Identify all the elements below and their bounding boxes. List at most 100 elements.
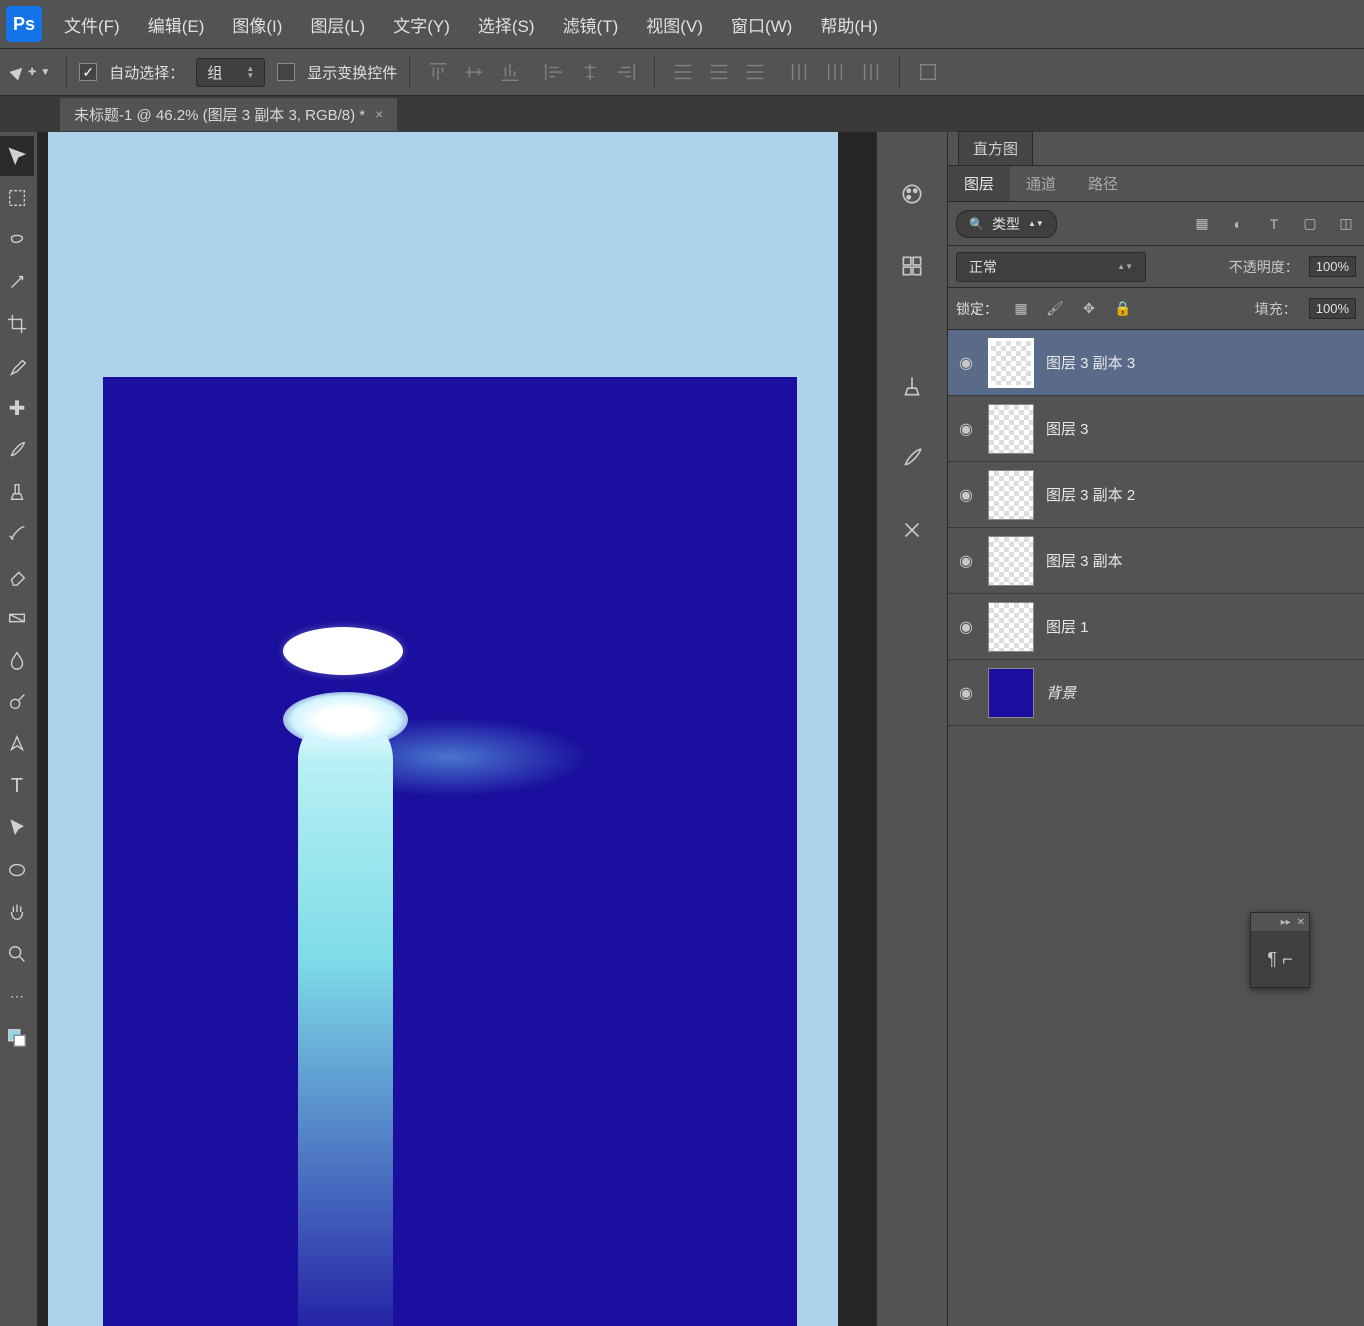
collapse-icon[interactable]: ▸▸ <box>1281 917 1291 928</box>
healing-brush-tool[interactable]: ✚ <box>0 388 34 428</box>
layer-row[interactable]: ◉ 图层 3 副本 3 <box>948 330 1364 396</box>
layer-thumbnail[interactable] <box>988 338 1034 388</box>
canvas-area[interactable] <box>38 132 876 1326</box>
layer-thumbnail[interactable] <box>988 404 1034 454</box>
tab-histogram[interactable]: 直方图 <box>958 131 1033 165</box>
align-vcenter-icon[interactable] <box>458 56 490 88</box>
swatches-panel-icon[interactable] <box>890 244 934 288</box>
type-tool[interactable]: T <box>0 766 34 806</box>
paragraph-panel-icon[interactable]: ¶ ⌐ <box>1267 949 1292 970</box>
align-bottom-icon[interactable] <box>494 56 526 88</box>
hand-tool[interactable] <box>0 892 34 932</box>
tab-layers[interactable]: 图层 <box>948 166 1010 201</box>
visibility-toggle-icon[interactable]: ◉ <box>956 419 976 439</box>
align-left-icon[interactable] <box>538 56 570 88</box>
more-tools[interactable]: ⋯ <box>0 976 34 1016</box>
brush-panel-icon[interactable] <box>890 364 934 408</box>
layer-thumbnail[interactable] <box>988 470 1034 520</box>
close-icon[interactable]: × <box>375 106 383 122</box>
magic-wand-tool[interactable] <box>0 262 34 302</box>
menu-layer[interactable]: 图层(L) <box>296 4 379 45</box>
align-right-icon[interactable] <box>610 56 642 88</box>
blur-tool[interactable] <box>0 640 34 680</box>
distribute-bottom-icon[interactable] <box>739 56 771 88</box>
dodge-tool[interactable] <box>0 682 34 722</box>
gradient-tool[interactable] <box>0 598 34 638</box>
menu-type[interactable]: 文字(Y) <box>379 4 464 45</box>
menu-help[interactable]: 帮助(H) <box>806 4 892 45</box>
lock-pixels-icon[interactable]: 🖌 <box>1044 298 1066 320</box>
move-tool[interactable] <box>0 136 34 176</box>
layer-thumbnail[interactable] <box>988 668 1034 718</box>
layer-thumbnail[interactable] <box>988 536 1034 586</box>
layer-name[interactable]: 图层 1 <box>1046 616 1089 637</box>
distribute-vcenter-icon[interactable] <box>703 56 735 88</box>
menu-select[interactable]: 选择(S) <box>464 4 549 45</box>
document-tab[interactable]: 未标题-1 @ 46.2% (图层 3 副本 3, RGB/8) * × <box>60 98 397 131</box>
menu-edit[interactable]: 编辑(E) <box>134 4 219 45</box>
menu-image[interactable]: 图像(I) <box>218 4 296 45</box>
visibility-toggle-icon[interactable]: ◉ <box>956 617 976 637</box>
marquee-tool[interactable] <box>0 178 34 218</box>
distribute-right-icon[interactable] <box>855 56 887 88</box>
lock-transparency-icon[interactable]: ▦ <box>1010 298 1032 320</box>
shape-tool[interactable] <box>0 850 34 890</box>
filter-shape-icon[interactable]: ▢ <box>1300 214 1320 234</box>
visibility-toggle-icon[interactable]: ◉ <box>956 551 976 571</box>
current-tool-indicator[interactable]: ✚ ▼ <box>8 62 54 82</box>
layer-row[interactable]: ◉ 图层 3 <box>948 396 1364 462</box>
history-brush-tool[interactable] <box>0 514 34 554</box>
opacity-value[interactable]: 100% <box>1309 256 1356 277</box>
layer-name[interactable]: 图层 3 <box>1046 418 1089 439</box>
layer-name[interactable]: 图层 3 副本 <box>1046 550 1123 571</box>
tab-channels[interactable]: 通道 <box>1010 166 1072 201</box>
layer-thumbnail[interactable] <box>988 602 1034 652</box>
filter-adjustment-icon[interactable]: ◐ <box>1228 214 1248 234</box>
path-selection-tool[interactable] <box>0 808 34 848</box>
visibility-toggle-icon[interactable]: ◉ <box>956 485 976 505</box>
visibility-toggle-icon[interactable]: ◉ <box>956 683 976 703</box>
menu-file[interactable]: 文件(F) <box>50 4 134 45</box>
filter-type-icon[interactable]: T <box>1264 214 1284 234</box>
auto-select-checkbox[interactable] <box>79 63 97 81</box>
align-top-icon[interactable] <box>422 56 454 88</box>
zoom-tool[interactable] <box>0 934 34 974</box>
floating-mini-panel[interactable]: ▸▸ ✕ ¶ ⌐ <box>1250 912 1310 988</box>
layer-row[interactable]: ◉ 图层 3 副本 2 <box>948 462 1364 528</box>
fill-value[interactable]: 100% <box>1309 298 1356 319</box>
brush-tool[interactable] <box>0 430 34 470</box>
filter-pixel-icon[interactable]: ▦ <box>1192 214 1212 234</box>
eyedropper-tool[interactable] <box>0 346 34 386</box>
layer-row[interactable]: ◉ 图层 3 副本 <box>948 528 1364 594</box>
filter-smart-icon[interactable]: ◫ <box>1336 214 1356 234</box>
tool-presets-panel-icon[interactable] <box>890 508 934 552</box>
clone-stamp-tool[interactable] <box>0 472 34 512</box>
menu-filter[interactable]: 滤镜(T) <box>549 4 633 45</box>
color-panel-icon[interactable] <box>890 172 934 216</box>
layer-name[interactable]: 背景 <box>1046 682 1076 703</box>
layer-name[interactable]: 图层 3 副本 2 <box>1046 484 1135 505</box>
eraser-tool[interactable] <box>0 556 34 596</box>
lock-position-icon[interactable]: ✥ <box>1078 298 1100 320</box>
distribute-left-icon[interactable] <box>783 56 815 88</box>
auto-select-dropdown[interactable]: 组 ▲▼ <box>196 58 265 87</box>
show-transform-checkbox[interactable] <box>277 63 295 81</box>
arrange-icon[interactable] <box>912 56 944 88</box>
brush-presets-panel-icon[interactable] <box>890 436 934 480</box>
layer-row[interactable]: ◉ 背景 <box>948 660 1364 726</box>
layer-row[interactable]: ◉ 图层 1 <box>948 594 1364 660</box>
color-swatch[interactable] <box>0 1018 34 1058</box>
lasso-tool[interactable] <box>0 220 34 260</box>
pen-tool[interactable] <box>0 724 34 764</box>
lock-all-icon[interactable]: 🔒 <box>1112 298 1134 320</box>
crop-tool[interactable] <box>0 304 34 344</box>
layer-filter-dropdown[interactable]: 🔍 类型 ▲▼ <box>956 210 1057 238</box>
close-icon[interactable]: ✕ <box>1297 917 1305 928</box>
blend-mode-dropdown[interactable]: 正常 ▲▼ <box>956 252 1146 282</box>
menu-window[interactable]: 窗口(W) <box>717 4 806 45</box>
align-hcenter-icon[interactable] <box>574 56 606 88</box>
distribute-top-icon[interactable] <box>667 56 699 88</box>
layer-name[interactable]: 图层 3 副本 3 <box>1046 352 1135 373</box>
tab-paths[interactable]: 路径 <box>1072 166 1134 201</box>
visibility-toggle-icon[interactable]: ◉ <box>956 353 976 373</box>
